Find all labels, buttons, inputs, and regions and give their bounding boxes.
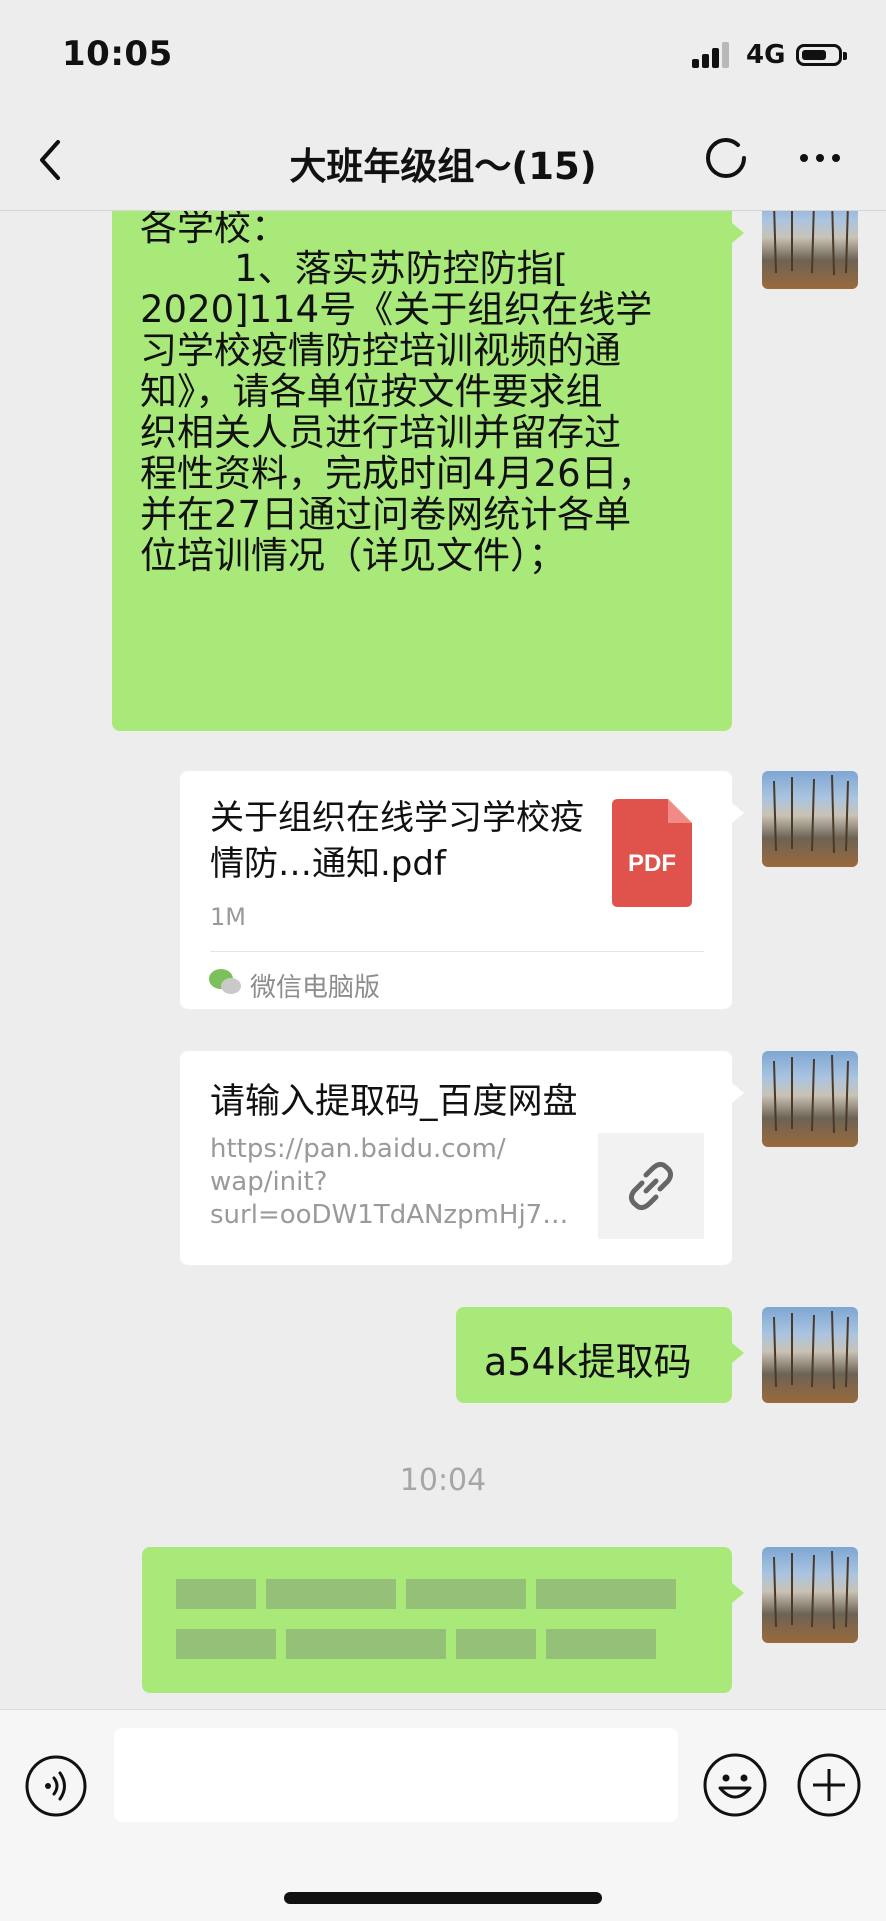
home-indicator <box>284 1892 602 1904</box>
message-list[interactable]: 各学校： 1、落实苏防控防指[ 2020]114号《关于组织在线学 习学校疫情防… <box>0 211 886 1709</box>
blurred-message-bubble[interactable] <box>142 1547 744 1693</box>
link-thumbnail <box>598 1133 704 1239</box>
voice-input-button[interactable] <box>24 1754 88 1818</box>
file-size: 1M <box>210 903 246 931</box>
status-time: 10:05 <box>62 34 173 74</box>
network-type: 4G <box>746 40 786 70</box>
voice-icon <box>25 1755 87 1817</box>
more-actions-button[interactable] <box>796 1752 862 1818</box>
input-bar <box>0 1709 886 1921</box>
message-input[interactable] <box>114 1728 678 1822</box>
avatar[interactable] <box>762 1051 858 1147</box>
more-dots-icon <box>800 154 840 162</box>
message-text: a54k提取码 <box>484 1340 692 1384</box>
pdf-file-icon: PDF <box>612 799 692 907</box>
avatar[interactable] <box>762 1547 858 1643</box>
status-bar: 10:05 4G <box>0 0 886 110</box>
battery-icon <box>796 44 847 66</box>
link-url: https://pan.baidu.com/ wap/init? surl=oo… <box>210 1134 569 1230</box>
pdf-icon-label: PDF <box>628 850 676 877</box>
chat-title: 大班年级组～(15) <box>289 145 597 188</box>
message-bubble[interactable]: a54k提取码 <box>456 1307 744 1403</box>
refresh-button[interactable] <box>702 134 750 182</box>
avatar[interactable] <box>762 211 858 289</box>
emoji-icon <box>703 1753 767 1817</box>
link-title: 请输入提取码_百度网盘 <box>210 1082 578 1122</box>
file-source-label: 微信电脑版 <box>250 973 381 1003</box>
message-text: 各学校： 1、落实苏防控防指[ 2020]114号《关于组织在线学 习学校疫情防… <box>140 211 655 577</box>
link-message-card[interactable]: 请输入提取码_百度网盘 https://pan.baidu.com/ wap/i… <box>180 1051 744 1265</box>
message-timestamp: 10:04 <box>399 1463 487 1498</box>
refresh-icon <box>706 138 746 178</box>
wechat-icon <box>209 969 241 994</box>
avatar[interactable] <box>762 771 858 867</box>
plus-icon <box>797 1753 861 1817</box>
blurred-text <box>142 1547 732 1693</box>
more-options-button[interactable] <box>796 134 844 182</box>
signal-strength-icon <box>692 42 734 68</box>
link-icon <box>628 1161 674 1211</box>
emoji-button[interactable] <box>702 1752 768 1818</box>
file-name: 关于组织在线学习学校疫情防…通知.pdf <box>210 798 584 884</box>
file-message-card[interactable]: 关于组织在线学习学校疫情防…通知.pdf 1M PDF 微信电脑版 <box>180 771 744 1009</box>
avatar[interactable] <box>762 1307 858 1403</box>
chat-header: 大班年级组～(15) <box>0 110 886 211</box>
divider <box>210 951 704 952</box>
